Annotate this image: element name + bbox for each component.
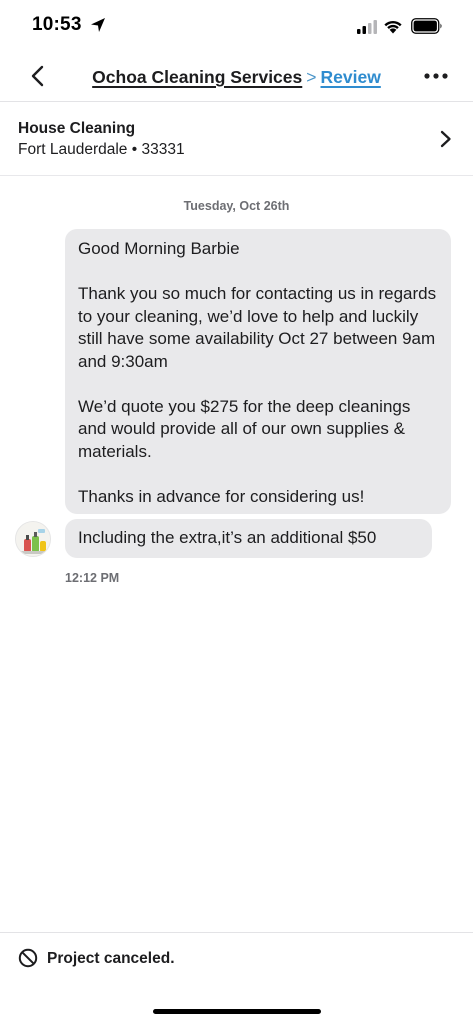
cancel-circle-icon	[18, 948, 38, 968]
cleaning-supplies-icon	[16, 522, 50, 556]
breadcrumb-separator: >	[306, 67, 317, 87]
more-dots-icon[interactable]	[423, 71, 449, 81]
project-summary-row[interactable]: House Cleaning Fort Lauderdale • 33331	[0, 103, 473, 176]
status-bar: 10:53	[0, 0, 473, 52]
location-arrow-icon	[91, 18, 105, 32]
message-timestamp: 12:12 PM	[65, 571, 120, 585]
wifi-icon	[384, 20, 402, 34]
cellular-signal-icon	[357, 20, 377, 34]
nav-bar: Ochoa Cleaning Services > Review	[0, 52, 473, 102]
avatar[interactable]	[15, 521, 51, 557]
battery-icon	[411, 18, 442, 34]
business-name-link[interactable]: Ochoa Cleaning Services	[92, 67, 302, 87]
home-indicator[interactable]	[153, 1009, 321, 1014]
project-service: House Cleaning	[18, 120, 136, 137]
review-link[interactable]: Review	[321, 67, 381, 87]
message-bubble: Good Morning Barbie Thank you so much fo…	[65, 229, 451, 514]
chevron-right-icon	[440, 130, 451, 148]
message-bubble: Including the extra,it’s an additional $…	[65, 519, 432, 558]
project-status-text: Project canceled.	[47, 950, 175, 967]
project-location: Fort Lauderdale • 33331	[18, 141, 185, 158]
nav-title: Ochoa Cleaning Services > Review	[0, 67, 473, 88]
status-time: 10:53	[32, 14, 82, 35]
date-divider: Tuesday, Oct 26th	[183, 199, 290, 213]
project-status-footer: Project canceled.	[0, 932, 473, 1024]
